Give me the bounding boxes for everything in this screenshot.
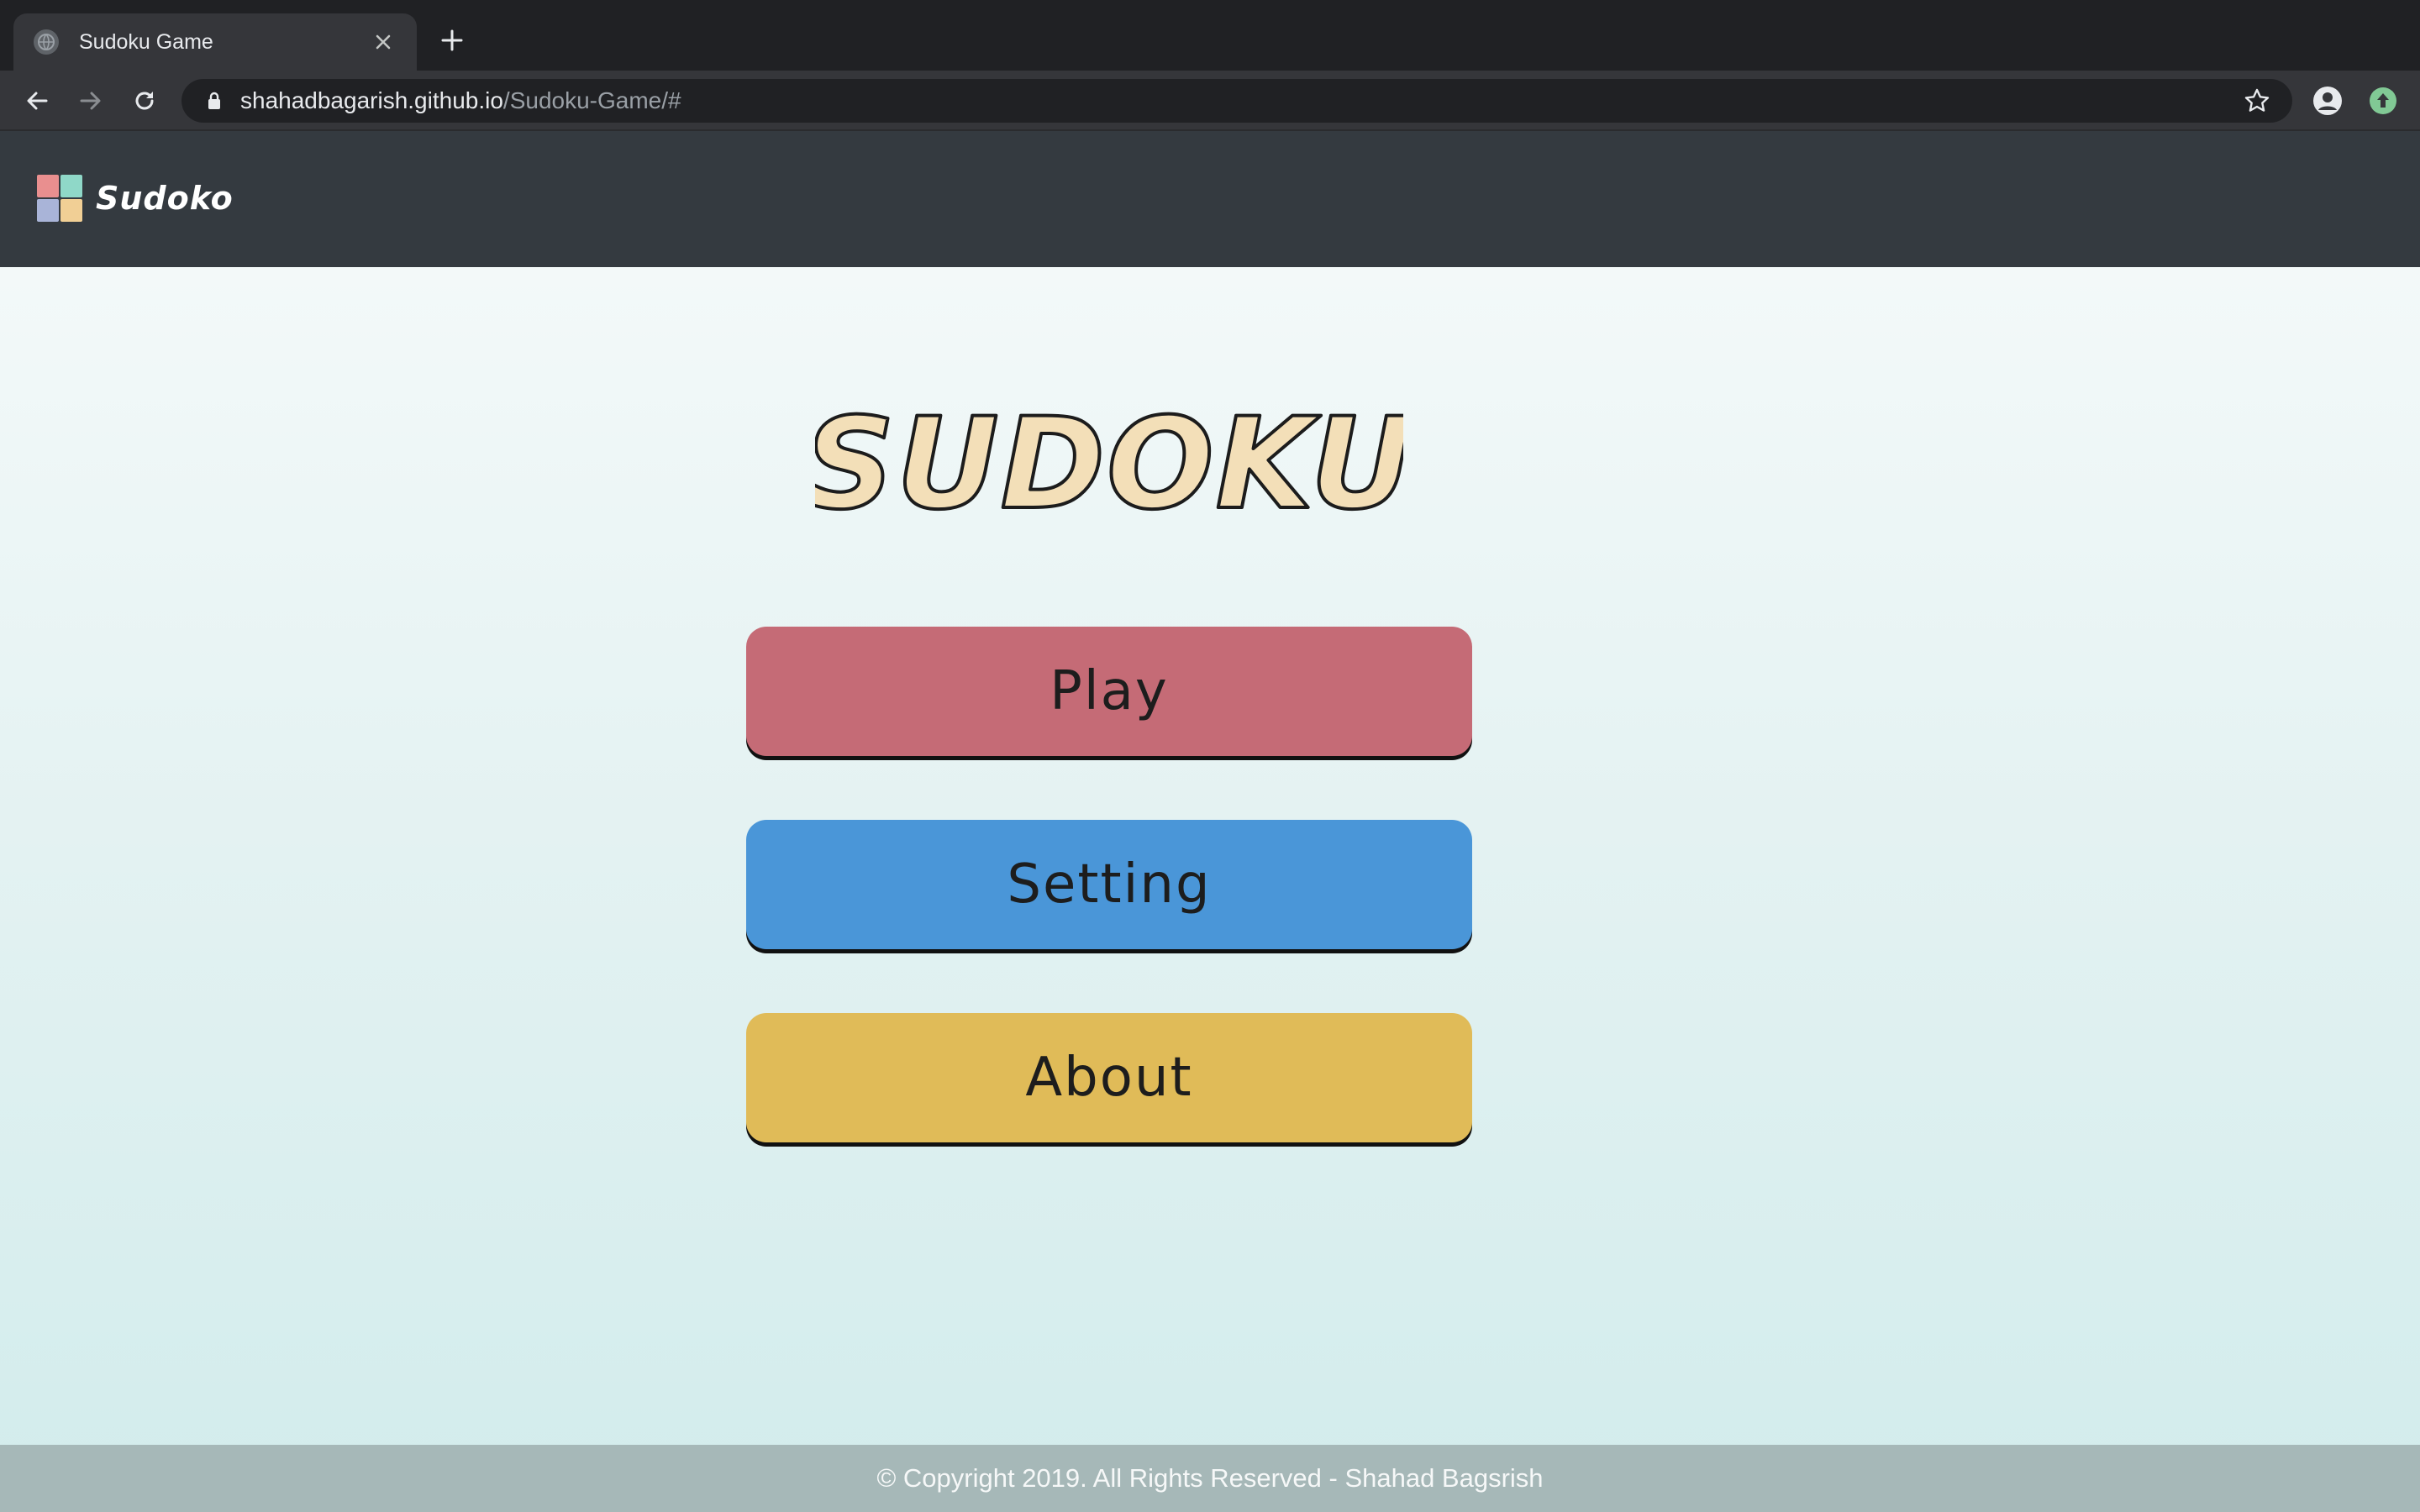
back-button[interactable] — [18, 82, 55, 119]
lock-icon — [203, 90, 225, 112]
close-icon[interactable] — [368, 27, 398, 57]
brand-link[interactable]: Sudoko — [37, 175, 234, 222]
globe-icon — [34, 29, 59, 55]
bookmark-star-icon[interactable] — [2242, 86, 2272, 116]
title-art: SUDOKU — [815, 400, 1403, 534]
sudoku-logo-icon — [37, 175, 82, 222]
browser-tabstrip: Sudoku Game — [0, 0, 2420, 71]
reload-icon — [135, 92, 154, 110]
forward-arrow-icon — [80, 92, 101, 110]
tab-title: Sudoku Game — [79, 29, 213, 54]
plus-icon — [441, 29, 463, 51]
copyright-text: © Copyright 2019. All Rights Reserved - … — [876, 1463, 1544, 1493]
brand-name: Sudoko — [96, 180, 234, 217]
page-title: SUDOKU — [0, 400, 2218, 538]
title-text: SUDOKU — [815, 400, 1403, 534]
about-button[interactable]: About — [746, 1013, 1472, 1142]
browser-toolbar: shahadbagarish.github.io/Sudoku-Game/# — [0, 71, 2420, 131]
back-arrow-icon — [27, 92, 48, 110]
url-host: shahadbagarish.github.io — [240, 87, 503, 113]
update-button[interactable] — [2366, 84, 2400, 118]
play-button[interactable]: Play — [746, 627, 1472, 756]
page-content: Sudoko SUDOKU Play Setting About © Copyr… — [0, 131, 2420, 1512]
browser-tab[interactable]: Sudoku Game — [13, 13, 417, 71]
reload-button[interactable] — [126, 82, 163, 119]
account-icon — [2313, 87, 2342, 115]
setting-button[interactable]: Setting — [746, 820, 1472, 949]
forward-button[interactable] — [72, 82, 109, 119]
url-text: shahadbagarish.github.io/Sudoku-Game/# — [240, 87, 681, 114]
profile-button[interactable] — [2311, 84, 2344, 118]
address-bar[interactable]: shahadbagarish.github.io/Sudoku-Game/# — [182, 79, 2292, 123]
new-tab-button[interactable] — [435, 24, 469, 57]
url-path: /Sudoku-Game/# — [502, 87, 681, 113]
site-navbar: Sudoko — [0, 131, 2420, 267]
footer: © Copyright 2019. All Rights Reserved - … — [0, 1445, 2420, 1512]
update-icon — [2370, 87, 2396, 114]
